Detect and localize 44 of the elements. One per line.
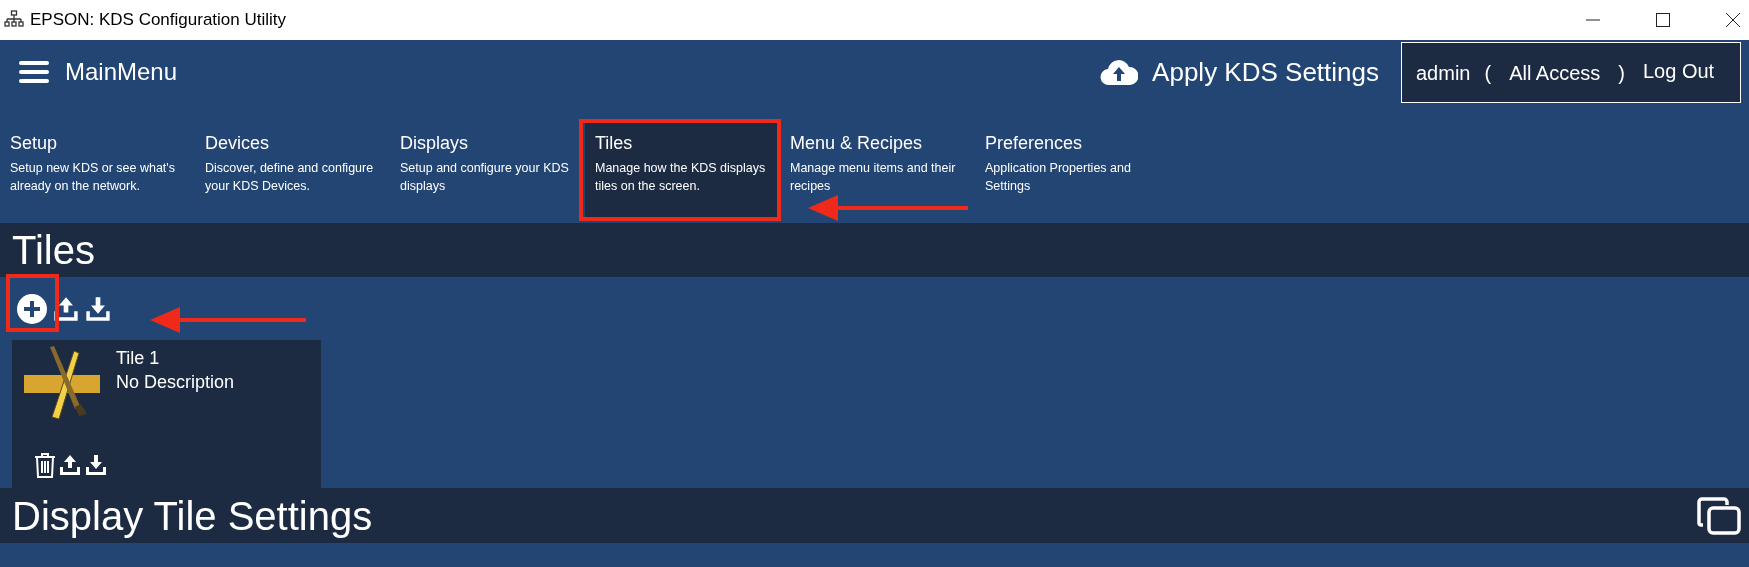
- copy-icon[interactable]: [1697, 496, 1741, 535]
- nav-tab[interactable]: Menu & Recipes Manage menu items and their recipes: [780, 121, 975, 220]
- nav-description: Application Properties and Settings: [985, 160, 1132, 195]
- trash-icon[interactable]: [34, 452, 56, 478]
- nav-title: Tiles: [595, 132, 634, 154]
- selected-nav-tab[interactable]: Tiles Manage how the KDS displays tiles on the screen.: [585, 121, 780, 220]
- tile-card[interactable]: Tile 1 No Description: [12, 340, 321, 488]
- upload-icon[interactable]: [58, 453, 82, 477]
- download-icon[interactable]: [84, 294, 112, 323]
- nav-tab[interactable]: Displays Setup and configure your KDS displays: [390, 121, 585, 220]
- user-name: admin: [1416, 60, 1471, 86]
- nav-description: Setup and configure your KDS displays: [400, 160, 570, 195]
- nav-description: Manage menu items and their recipes: [790, 160, 957, 195]
- tile-description: No Description: [116, 371, 235, 394]
- paren: ): [1618, 60, 1625, 86]
- add-icon[interactable]: [16, 292, 48, 325]
- highlight-frame: [6, 274, 59, 332]
- access-level: All Access: [1509, 60, 1601, 86]
- nav-title: Preferences: [985, 132, 1084, 154]
- nav-description: Discover, define and configure your KDS Devices.: [205, 160, 375, 195]
- nav-description: Manage how the KDS displays tiles on the screen.: [595, 160, 767, 195]
- nav-title: Displays: [400, 132, 470, 154]
- network-icon: [4, 10, 24, 30]
- menu-icon[interactable]: [19, 60, 49, 84]
- apply-settings-button[interactable]: Apply KDS Settings: [1100, 52, 1379, 92]
- maximize-icon[interactable]: [1655, 12, 1671, 28]
- nav-title: Menu & Recipes: [790, 132, 924, 154]
- ruler-pencil-brush-icon: [22, 345, 102, 420]
- paren: (: [1484, 60, 1492, 86]
- download-icon[interactable]: [84, 453, 108, 477]
- cloud-upload-icon: [1100, 58, 1139, 86]
- log-out-link[interactable]: Log Out: [1643, 55, 1715, 86]
- main-menu-title[interactable]: MainMenu: [65, 54, 178, 90]
- nav-tab[interactable]: Setup Setup new KDS or see what's already on the network.: [0, 121, 195, 220]
- nav-tab[interactable]: Devices Discover, define and configure your KDS Devices.: [195, 121, 390, 220]
- close-icon[interactable]: [1725, 12, 1741, 28]
- section-heading: Display Tile Settings: [12, 495, 373, 536]
- nav-title: Setup: [10, 132, 59, 154]
- nav-tab[interactable]: Preferences Application Properties and Settings: [975, 121, 1170, 220]
- nav-description: Setup new KDS or see what's already on the network.: [10, 160, 176, 195]
- section-heading: Tiles: [12, 230, 95, 270]
- window-title: EPSON: KDS Configuration Utility: [30, 9, 287, 32]
- nav-title: Devices: [205, 132, 271, 154]
- tile-name: Tile 1: [116, 347, 161, 369]
